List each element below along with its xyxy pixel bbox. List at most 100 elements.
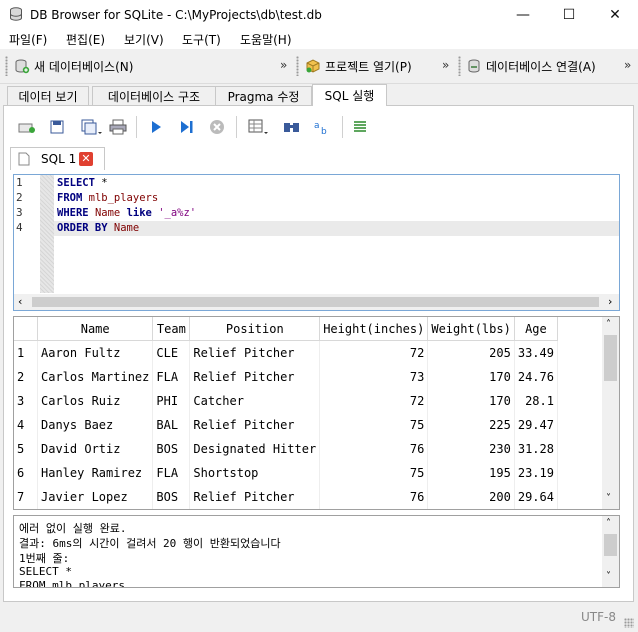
attach-database-button[interactable]: 데이터베이스 연결(A) bbox=[466, 54, 596, 78]
table-row[interactable]: 3 Carlos Ruiz PHI Catcher 72 170 28.1 bbox=[14, 389, 558, 413]
table-cell[interactable]: 24.76 bbox=[514, 365, 558, 389]
table-cell[interactable]: PHI bbox=[152, 389, 191, 413]
row-number[interactable]: 4 bbox=[14, 413, 38, 437]
scroll-down-icon[interactable]: ˅ bbox=[606, 493, 611, 504]
row-number[interactable]: 6 bbox=[14, 461, 38, 485]
tab-edit-pragmas[interactable]: Pragma 수정 bbox=[215, 86, 312, 105]
comment-button[interactable] bbox=[350, 117, 370, 137]
table-cell[interactable]: 170 bbox=[427, 365, 515, 389]
toolbar-grip[interactable] bbox=[5, 56, 8, 76]
sql-editor[interactable]: 1 2 3 4 SELECT * FROM mlb_players WHERE … bbox=[13, 174, 620, 311]
toolbar-grip[interactable] bbox=[296, 56, 299, 76]
table-cell[interactable]: FLA bbox=[152, 365, 191, 389]
size-grip[interactable] bbox=[624, 618, 634, 628]
column-header[interactable]: Team bbox=[152, 317, 191, 341]
menu-view[interactable]: 보기(V) bbox=[124, 31, 164, 48]
results-grid[interactable]: Name Team Position Height(inches) Weight(lbs… bbox=[13, 316, 620, 510]
row-number[interactable]: 5 bbox=[14, 437, 38, 461]
maximize-button[interactable]: ☐ bbox=[546, 0, 592, 30]
table-cell[interactable]: Designated Hitter bbox=[189, 437, 321, 461]
table-cell[interactable]: Aaron Fultz bbox=[37, 340, 154, 365]
menu-edit[interactable]: 편집(E) bbox=[66, 31, 105, 48]
open-sql-button[interactable] bbox=[47, 117, 67, 137]
open-project-button[interactable]: 프로젝트 열기(P) bbox=[305, 54, 412, 78]
scrollbar-thumb[interactable] bbox=[604, 534, 617, 556]
message-pane[interactable]: 에러 없이 실행 완료. 결과: 6ms의 시간이 걸려서 20 행이 반환되었… bbox=[13, 515, 620, 588]
tab-execute-sql[interactable]: SQL 실행 bbox=[312, 84, 387, 106]
table-cell[interactable]: 72 bbox=[319, 340, 429, 365]
save-results-button[interactable] bbox=[245, 117, 271, 137]
tab-db-structure[interactable]: 데이터베이스 구조 bbox=[92, 86, 216, 105]
scroll-up-icon[interactable]: ˄ bbox=[606, 518, 611, 529]
scroll-right-icon[interactable]: › bbox=[608, 295, 612, 308]
table-cell[interactable]: Hanley Ramirez bbox=[37, 461, 154, 485]
column-header[interactable]: Age bbox=[514, 317, 558, 341]
row-number[interactable]: 3 bbox=[14, 389, 38, 413]
table-row[interactable]: 7 Javier Lopez BOS Relief Pitcher 76 200 29.64 bbox=[14, 485, 558, 509]
table-cell[interactable]: 75 bbox=[319, 461, 429, 485]
find-replace-button[interactable]: ab bbox=[312, 117, 332, 137]
scroll-down-icon[interactable]: ˅ bbox=[606, 571, 611, 582]
close-window-button[interactable]: ✕ bbox=[592, 0, 638, 30]
find-button[interactable] bbox=[282, 117, 302, 137]
table-cell[interactable]: Carlos Ruiz bbox=[37, 389, 154, 413]
table-cell[interactable]: 73 bbox=[319, 365, 429, 389]
sql-editor-tab[interactable]: SQL 1 ✕ bbox=[10, 147, 105, 170]
column-header[interactable] bbox=[14, 317, 38, 341]
menu-help[interactable]: 도움말(H) bbox=[240, 31, 292, 48]
toolbar-overflow-3[interactable]: » bbox=[624, 58, 631, 72]
table-cell[interactable]: 33.49 bbox=[514, 340, 558, 365]
toolbar-overflow-1[interactable]: » bbox=[280, 58, 287, 72]
table-cell[interactable]: Relief Pitcher bbox=[189, 413, 321, 437]
column-header[interactable]: Height(inches) bbox=[319, 317, 429, 341]
table-cell[interactable]: 23.19 bbox=[514, 461, 558, 485]
tab-browse-data[interactable]: 데이터 보기 bbox=[7, 86, 89, 105]
editor-horizontal-scrollbar[interactable]: ‹ › bbox=[14, 294, 619, 310]
toolbar-overflow-2[interactable]: » bbox=[442, 58, 449, 72]
table-cell[interactable]: BOS bbox=[152, 437, 191, 461]
execute-current-button[interactable] bbox=[177, 117, 197, 137]
table-cell[interactable]: Relief Pitcher bbox=[189, 365, 321, 389]
table-cell[interactable]: 29.47 bbox=[514, 413, 558, 437]
print-button[interactable] bbox=[108, 117, 128, 137]
save-sql-button[interactable] bbox=[78, 117, 104, 137]
scroll-up-icon[interactable]: ˄ bbox=[606, 319, 611, 330]
close-tab-button[interactable]: ✕ bbox=[79, 152, 93, 166]
table-cell[interactable]: Relief Pitcher bbox=[189, 485, 321, 509]
table-row[interactable]: 1 Aaron Fultz CLE Relief Pitcher 72 205 33.49 bbox=[14, 340, 558, 365]
table-row[interactable]: 2 Carlos Martinez FLA Relief Pitcher 73 170 24… bbox=[14, 365, 558, 389]
column-header[interactable]: Position bbox=[189, 317, 321, 341]
menu-file[interactable]: 파일(F) bbox=[9, 31, 47, 48]
open-tab-button[interactable] bbox=[17, 117, 37, 137]
table-cell[interactable]: 205 bbox=[427, 340, 515, 365]
row-number[interactable]: 2 bbox=[14, 365, 38, 389]
table-cell[interactable]: 75 bbox=[319, 413, 429, 437]
table-cell[interactable]: 200 bbox=[427, 485, 515, 509]
table-cell[interactable]: 225 bbox=[427, 413, 515, 437]
table-cell[interactable]: 28.1 bbox=[514, 389, 558, 413]
table-cell[interactable]: Danys Baez bbox=[37, 413, 154, 437]
table-cell[interactable]: Shortstop bbox=[189, 461, 321, 485]
new-database-button[interactable]: 새 데이터베이스(N) bbox=[14, 54, 133, 78]
table-cell[interactable]: 76 bbox=[319, 437, 429, 461]
stop-button[interactable] bbox=[207, 117, 227, 137]
table-cell[interactable]: Catcher bbox=[189, 389, 321, 413]
table-cell[interactable]: 31.28 bbox=[514, 437, 558, 461]
table-cell[interactable]: BOS bbox=[152, 485, 191, 509]
message-vertical-scrollbar[interactable]: ˄ ˅ bbox=[602, 516, 619, 587]
table-cell[interactable]: 76 bbox=[319, 485, 429, 509]
table-cell[interactable]: 195 bbox=[427, 461, 515, 485]
table-cell[interactable]: 230 bbox=[427, 437, 515, 461]
table-cell[interactable]: 72 bbox=[319, 389, 429, 413]
grid-vertical-scrollbar[interactable]: ˄ ˅ bbox=[602, 317, 619, 509]
scroll-left-icon[interactable]: ‹ bbox=[18, 295, 22, 308]
scrollbar-thumb[interactable] bbox=[32, 297, 599, 307]
table-cell[interactable]: Relief Pitcher bbox=[189, 340, 321, 365]
column-header[interactable]: Weight(lbs) bbox=[427, 317, 515, 341]
scrollbar-thumb[interactable] bbox=[604, 335, 617, 381]
table-row[interactable]: 4 Danys Baez BAL Relief Pitcher 75 225 29.47 bbox=[14, 413, 558, 437]
table-cell[interactable]: BAL bbox=[152, 413, 191, 437]
table-cell[interactable]: David Ortiz bbox=[37, 437, 154, 461]
table-cell[interactable]: 170 bbox=[427, 389, 515, 413]
execute-all-button[interactable] bbox=[146, 117, 166, 137]
